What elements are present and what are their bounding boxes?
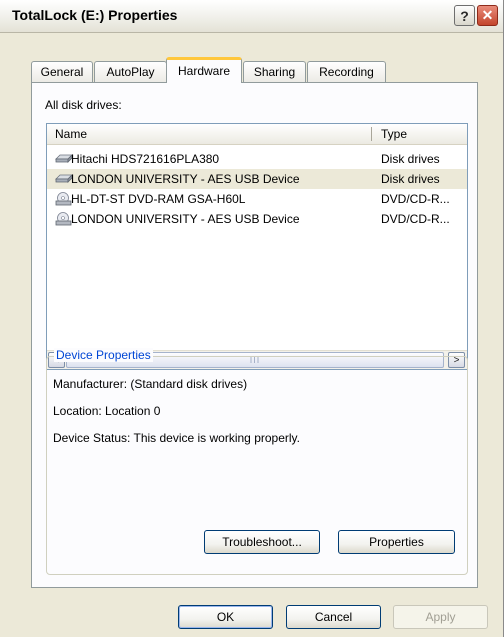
help-icon: ? [460,7,469,24]
drive-name: LONDON UNIVERSITY - AES USB Device [71,172,300,186]
device-status-text: Device Status: This device is working pr… [53,431,300,445]
apply-button[interactable]: Apply [393,605,488,629]
list-item[interactable]: Hitachi HDS721616PLA380 Disk drives [47,149,467,169]
properties-button[interactable]: Properties [338,530,455,554]
help-button[interactable]: ? [454,5,475,26]
column-header-name[interactable]: Name [55,127,87,141]
drive-type: DVD/CD-R... [381,212,450,226]
list-header: Name Type [47,124,467,145]
list-item[interactable]: LONDON UNIVERSITY - AES USB Device Disk … [47,169,467,189]
drive-type: DVD/CD-R... [381,192,450,206]
drive-name: Hitachi HDS721616PLA380 [71,152,220,166]
tab-hardware[interactable]: Hardware [166,57,242,83]
list-item[interactable]: HL-DT-ST DVD-RAM GSA-H60L DVD/CD-R... [47,189,467,209]
column-header-type[interactable]: Type [381,127,407,141]
tab-general[interactable]: General [31,61,93,82]
tab-sharing[interactable]: Sharing [243,61,306,82]
device-properties-group: Device Properties Manufacturer: (Standar… [46,348,468,575]
location-text: Location: Location 0 [53,404,161,418]
ok-button[interactable]: OK [178,605,273,629]
properties-window: TotalLock (E:) Properties ? ✕ General Au… [0,0,504,637]
close-icon: ✕ [481,7,494,23]
hardware-panel: All disk drives: Name Type Hitachi HDS72… [31,82,478,588]
window-title: TotalLock (E:) Properties [12,7,178,23]
disk-drive-list[interactable]: Name Type Hitachi HDS721616PLA380 Disk d… [46,123,468,370]
drive-type: Disk drives [381,172,440,186]
tab-recording[interactable]: Recording [307,61,386,82]
column-divider[interactable] [371,127,372,141]
close-button[interactable]: ✕ [477,5,498,26]
manufacturer-text: Manufacturer: (Standard disk drives) [53,377,248,391]
tab-autoplay[interactable]: AutoPlay [94,61,167,82]
cancel-button[interactable]: Cancel [286,605,381,629]
all-disk-drives-label: All disk drives: [45,98,122,112]
device-properties-legend: Device Properties [54,348,153,362]
title-bar[interactable]: TotalLock (E:) Properties ? ✕ [0,0,503,33]
troubleshoot-button[interactable]: Troubleshoot... [204,530,320,554]
list-item[interactable]: LONDON UNIVERSITY - AES USB Device DVD/C… [47,209,467,229]
drive-name: HL-DT-ST DVD-RAM GSA-H60L [71,192,246,206]
drive-type: Disk drives [381,152,440,166]
drive-name: LONDON UNIVERSITY - AES USB Device [71,212,300,226]
